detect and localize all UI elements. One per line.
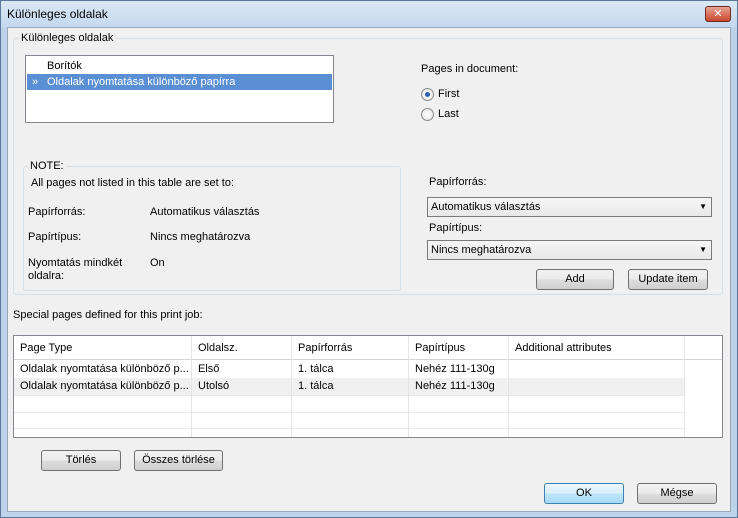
note-paper-type-key: Papírtípus:: [28, 231, 82, 243]
table-cell: 1. tálca: [292, 361, 409, 378]
close-button[interactable]: ✕: [705, 6, 731, 22]
table-cell: Első: [192, 361, 292, 378]
radio-first-label[interactable]: First: [438, 88, 459, 100]
page-type-list[interactable]: Borítók » Oldalak nyomtatása különböző p…: [25, 55, 334, 123]
delete-button[interactable]: Törlés: [41, 450, 121, 471]
dialog-body: Különleges oldalak Borítók » Oldalak nyo…: [7, 27, 731, 512]
column-header-paper-type[interactable]: Papírtípus: [409, 336, 509, 360]
chevron-down-icon: ▼: [699, 245, 707, 254]
special-pages-label: Special pages defined for this print job…: [13, 309, 203, 321]
table-column-divider: [508, 360, 509, 437]
list-item-print-different-paper[interactable]: » Oldalak nyomtatása különböző papírra: [27, 74, 332, 90]
title-bar[interactable]: Különleges oldalak ✕: [1, 1, 737, 27]
paper-type-select[interactable]: Nincs meghatározva ▼: [427, 240, 712, 260]
close-icon: ✕: [713, 8, 723, 20]
table-column-divider: [191, 360, 192, 437]
table-row[interactable]: Oldalak nyomtatása különböző p... Utolsó…: [14, 378, 685, 395]
table-cell: 1. tálca: [292, 378, 409, 395]
paper-source-value: Automatikus választás: [431, 201, 541, 213]
chevron-down-icon: ▼: [699, 202, 707, 211]
note-duplex-value: On: [150, 257, 165, 269]
table-cell: [509, 361, 685, 378]
note-intro: All pages not listed in this table are s…: [31, 177, 235, 189]
table-cell: Oldalak nyomtatása különböző p...: [14, 378, 192, 395]
table-cell: Nehéz 111-130g: [409, 378, 509, 395]
table-column-divider: [408, 360, 409, 437]
table-gridline: [14, 395, 685, 396]
table-column-divider: [684, 360, 685, 437]
note-legend: NOTE:: [28, 160, 66, 172]
radio-last-label[interactable]: Last: [438, 108, 459, 120]
list-item-label: Borítók: [47, 60, 82, 72]
cancel-button[interactable]: Mégse: [637, 483, 717, 504]
note-paper-type-value: Nincs meghatározva: [150, 231, 251, 243]
ok-button[interactable]: OK: [544, 483, 624, 504]
paper-source-select[interactable]: Automatikus választás ▼: [427, 197, 712, 217]
paper-type-label: Papírtípus:: [429, 222, 483, 234]
column-header-additional-attributes[interactable]: Additional attributes: [509, 336, 685, 360]
dialog-window: Különleges oldalak ✕ Különleges oldalak …: [0, 0, 738, 518]
delete-all-button[interactable]: Összes törlése: [134, 450, 223, 471]
table-column-divider: [291, 360, 292, 437]
radio-first[interactable]: [421, 88, 434, 101]
table-gridline: [14, 428, 685, 429]
update-item-button[interactable]: Update item: [628, 269, 708, 290]
radio-last[interactable]: [421, 108, 434, 121]
table-gridline: [14, 412, 685, 413]
special-pages-table[interactable]: Page Type Oldalsz. Papírforrás Papírtípu…: [13, 335, 723, 438]
note-paper-source-key: Papírforrás:: [28, 206, 86, 218]
table-cell: Oldalak nyomtatása különböző p...: [14, 361, 192, 378]
column-header-page-type[interactable]: Page Type: [14, 336, 192, 360]
pages-in-document-label: Pages in document:: [421, 63, 519, 75]
selected-chevron-icon: »: [32, 76, 39, 88]
column-header-filler: [685, 336, 722, 360]
list-item-label: Oldalak nyomtatása különböző papírra: [47, 76, 236, 88]
note-paper-source-value: Automatikus választás: [150, 206, 260, 218]
table-cell: Utolsó: [192, 378, 292, 395]
table-cell: Nehéz 111-130g: [409, 361, 509, 378]
column-header-page-number[interactable]: Oldalsz.: [192, 336, 292, 360]
note-duplex-key: Nyomtatás mindkét oldalra:: [28, 257, 123, 282]
list-item-covers[interactable]: Borítók: [27, 58, 332, 74]
table-row[interactable]: Oldalak nyomtatása különböző p... Első 1…: [14, 361, 685, 378]
add-button[interactable]: Add: [536, 269, 614, 290]
paper-source-label: Papírforrás:: [429, 176, 487, 188]
window-title: Különleges oldalak: [7, 7, 108, 21]
column-header-paper-source[interactable]: Papírforrás: [292, 336, 409, 360]
paper-type-value: Nincs meghatározva: [431, 244, 532, 256]
table-cell: [509, 378, 685, 395]
special-pages-group-legend: Különleges oldalak: [19, 32, 116, 44]
